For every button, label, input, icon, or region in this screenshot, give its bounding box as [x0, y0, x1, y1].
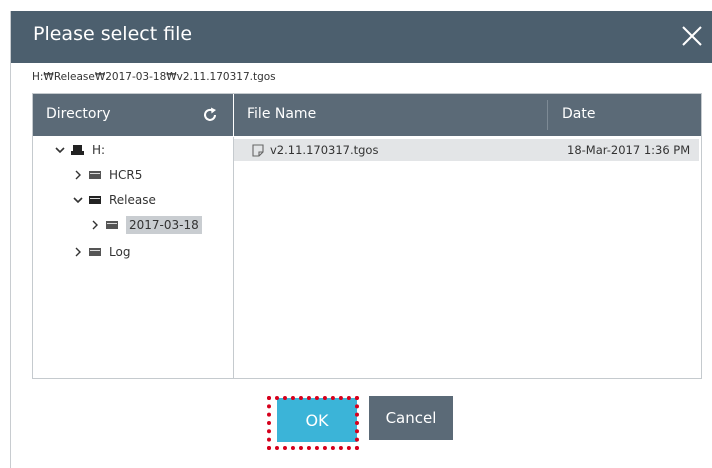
chevron-down-icon[interactable]	[73, 195, 83, 205]
chevron-right-icon[interactable]	[73, 247, 83, 257]
file-name: v2.11.170317.tgos	[270, 143, 379, 157]
tree-node-release[interactable]: Release	[73, 189, 156, 211]
directory-title: Directory	[46, 106, 111, 122]
dialog-title: Please select file	[33, 23, 193, 45]
ok-button-highlight	[267, 396, 359, 450]
selected-path: H:₩Release₩2017-03-18₩v2.11.170317.tgos	[32, 71, 276, 83]
file-list: v2.11.170317.tgos 18-Mar-2017 1:36 PM	[234, 137, 701, 378]
tree-node-drive-h[interactable]: H:	[55, 139, 105, 161]
browser-panel: Directory File Name Date H: HCR5 Release…	[32, 93, 702, 379]
file-row[interactable]: v2.11.170317.tgos 18-Mar-2017 1:36 PM	[234, 139, 699, 161]
directory-header: Directory	[33, 94, 233, 136]
column-divider[interactable]	[547, 100, 548, 130]
drive-icon	[71, 145, 84, 155]
cancel-button[interactable]: Cancel	[369, 396, 453, 440]
directory-tree: H: HCR5 Release 2017-03-18 Log	[33, 137, 234, 378]
folder-icon	[89, 248, 101, 256]
close-icon[interactable]	[679, 23, 705, 49]
tree-node-label: Release	[109, 193, 156, 207]
tree-node-log[interactable]: Log	[73, 241, 130, 263]
tree-node-label: H:	[92, 143, 106, 157]
chevron-right-icon[interactable]	[73, 170, 83, 180]
folder-icon	[106, 221, 118, 229]
folder-icon	[89, 171, 101, 179]
column-file-name[interactable]: File Name	[247, 106, 316, 122]
file-icon	[252, 144, 264, 157]
file-select-dialog: Please select file H:₩Release₩2017-03-18…	[10, 11, 712, 468]
column-date[interactable]: Date	[562, 106, 595, 122]
tree-node-label: Log	[109, 245, 131, 259]
chevron-down-icon[interactable]	[55, 145, 65, 155]
file-list-header: File Name Date	[234, 94, 701, 136]
dialog-titlebar: Please select file	[11, 11, 712, 63]
refresh-icon[interactable]	[201, 106, 219, 124]
tree-node-hcr5[interactable]: HCR5	[73, 164, 142, 186]
tree-node-label: HCR5	[109, 168, 143, 182]
folder-icon	[89, 196, 101, 204]
tree-node-label-selected: 2017-03-18	[126, 216, 202, 234]
file-date: 18-Mar-2017 1:36 PM	[567, 143, 691, 157]
chevron-right-icon[interactable]	[90, 220, 100, 230]
tree-node-2017-03-18[interactable]: 2017-03-18	[90, 214, 202, 236]
